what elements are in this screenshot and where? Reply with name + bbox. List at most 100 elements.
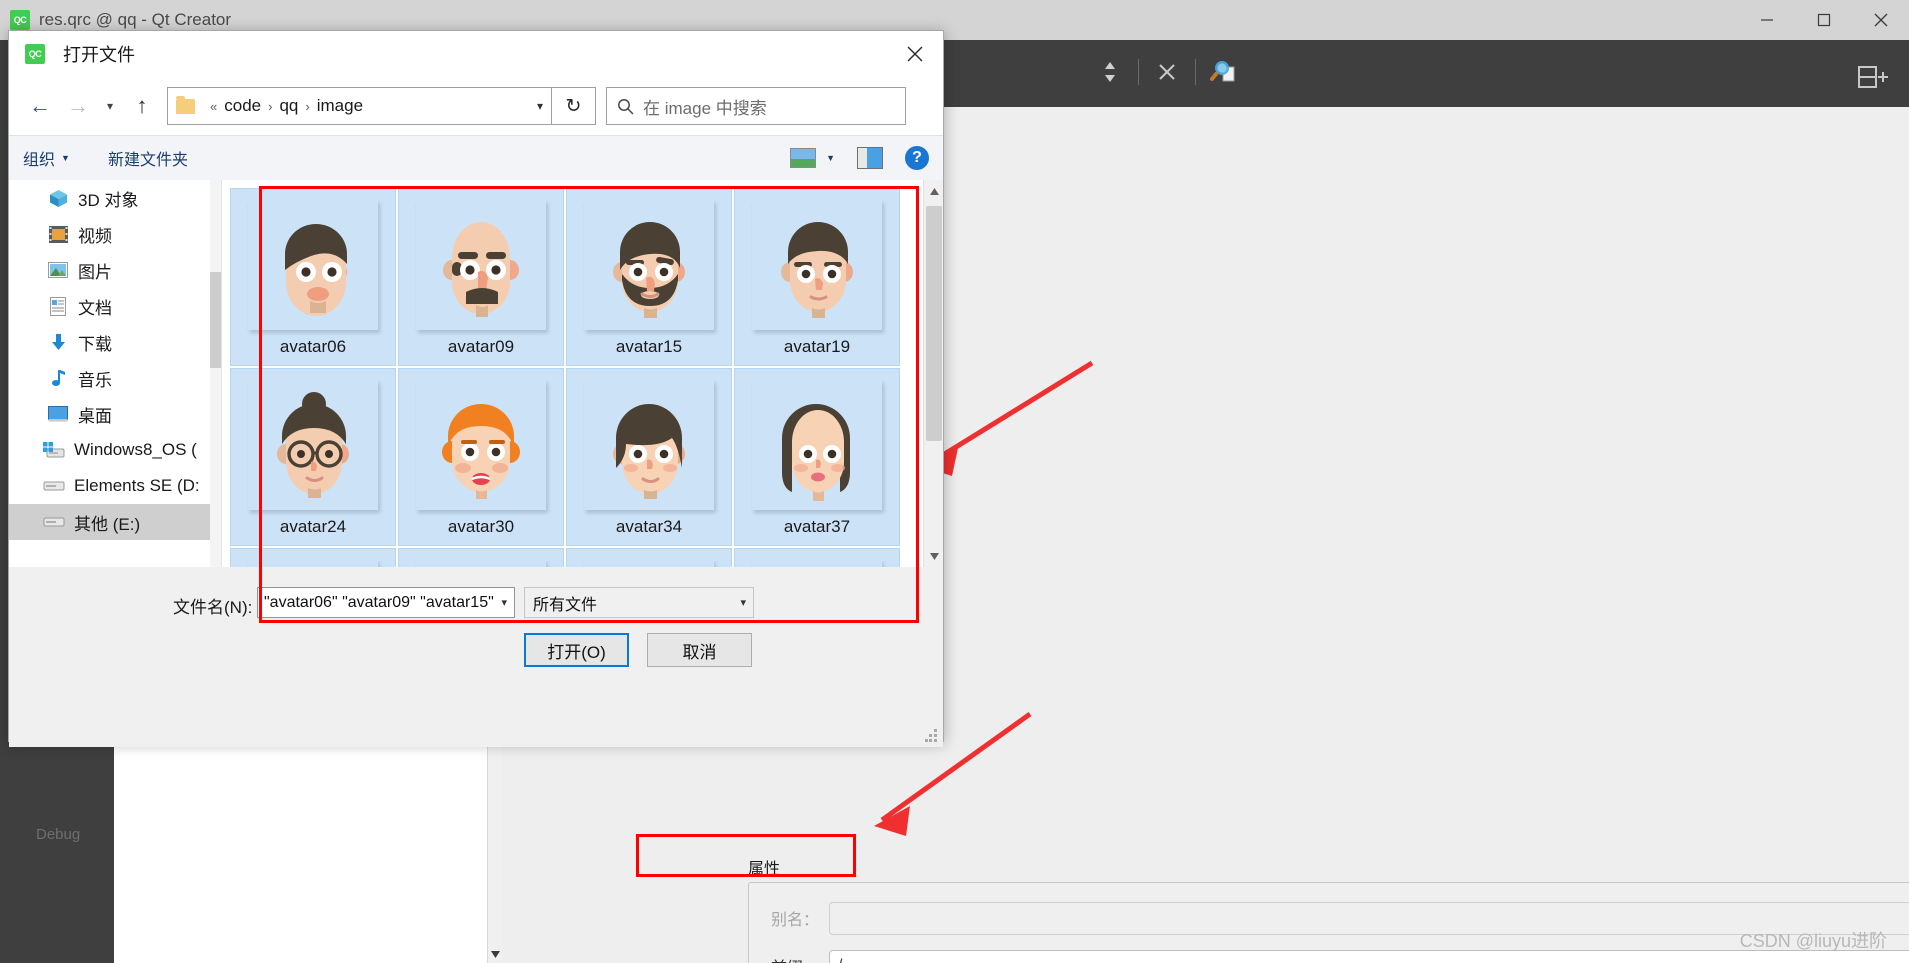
file-thumbnail: [752, 380, 882, 510]
sidebar-item-elements-se-d-1[interactable]: Elements SE (D:: [9, 468, 221, 504]
filename-value: "avatar06" "avatar09" "avatar15": [264, 593, 494, 611]
file-grid[interactable]: avatar06 avatar09 avatar15 avatar19 avat…: [221, 180, 943, 567]
file-tile[interactable]: [230, 548, 396, 567]
file-tile[interactable]: D: [398, 548, 564, 567]
file-tile[interactable]: avatar37: [734, 368, 900, 546]
editor-toolbar-icons: [1095, 57, 1239, 87]
file-thumbnail: T: [752, 560, 882, 567]
chevron-down-icon: ▼: [61, 153, 70, 163]
sidebar-item-desktop[interactable]: 桌面: [9, 396, 221, 432]
filename-label: 文件名(N):: [173, 598, 253, 617]
file-name: avatar24: [279, 517, 347, 536]
drive-icon: [43, 475, 65, 497]
rail-debug-label: Debug: [36, 826, 81, 843]
up-arrow-icon[interactable]: ↑: [123, 87, 161, 125]
maximize-button[interactable]: [1795, 0, 1852, 40]
filename-chevron-down-icon[interactable]: ▾: [501, 596, 507, 609]
file-name: avatar34: [615, 517, 683, 536]
sidebar-item-documents[interactable]: 文档: [9, 288, 221, 324]
file-thumbnail: [752, 200, 882, 330]
organize-label: 组织: [23, 152, 56, 169]
updown-arrows-icon[interactable]: [1095, 57, 1125, 87]
sidebar-scrollbar[interactable]: [210, 180, 221, 567]
dialog-view-controls: ▼ ?: [790, 146, 929, 170]
resize-grip[interactable]: [925, 729, 938, 742]
file-thumbnail: [248, 560, 378, 567]
preview-pane-icon[interactable]: [857, 147, 883, 169]
breadcrumb-item-qq[interactable]: qq: [279, 96, 298, 116]
sidebar-item-pictures[interactable]: 图片: [9, 252, 221, 288]
new-folder-button[interactable]: 新建文件夹: [108, 146, 188, 170]
filter-chevron-down-icon[interactable]: ▾: [740, 596, 746, 609]
sidebar-item-windows8-os[interactable]: Windows8_OS (: [9, 432, 221, 468]
split-editor-icon[interactable]: [1857, 64, 1891, 90]
breadcrumb-sep-1: ›: [268, 98, 273, 114]
sidebar-label: 桌面: [78, 406, 112, 426]
file-name: avatar19: [783, 337, 851, 356]
help-icon[interactable]: ?: [905, 146, 929, 170]
open-button[interactable]: 打开(O): [524, 633, 629, 667]
sidebar-label: 3D 对象: [78, 190, 139, 210]
refresh-icon[interactable]: ↻: [552, 87, 596, 125]
folder-icon: [176, 95, 195, 114]
sidebar-item-other-e[interactable]: 其他 (E:): [9, 504, 221, 540]
file-tile[interactable]: T: [734, 548, 900, 567]
file-tile[interactable]: avatar34: [566, 368, 732, 546]
sidebar-item-music[interactable]: 音乐: [9, 360, 221, 396]
preview-image-icon[interactable]: [790, 148, 817, 168]
search-document-icon[interactable]: [1209, 57, 1239, 87]
sidebar-item-downloads[interactable]: 下载: [9, 324, 221, 360]
drive-icon: [43, 511, 65, 533]
document-icon: [47, 295, 69, 317]
window-controls: [1738, 0, 1909, 40]
filter-value: 所有文件: [533, 596, 598, 614]
property-row-prefix: 前缀： /: [749, 947, 1909, 963]
breadcrumb-item-code[interactable]: code: [224, 96, 261, 116]
sidebar-label: Elements SE (D:: [74, 476, 200, 495]
breadcrumb-chevron-down-icon[interactable]: ▾: [537, 99, 543, 113]
scroll-down-icon[interactable]: [924, 545, 943, 567]
sidebar-scroll-thumb[interactable]: [210, 272, 221, 368]
sidebar-item-videos[interactable]: 视频: [9, 216, 221, 252]
breadcrumb[interactable]: « code › qq › image ▾: [167, 87, 552, 125]
cube-icon: [47, 187, 69, 209]
minimize-button[interactable]: [1738, 0, 1795, 40]
dialog-close-button[interactable]: [887, 31, 943, 77]
file-tile[interactable]: avatar15: [566, 188, 732, 366]
properties-group: 别名： 前缀： / 语言：: [748, 882, 1909, 963]
file-thumbnail: [584, 380, 714, 510]
recent-chevron-down-icon[interactable]: ▾: [97, 87, 123, 125]
close-button[interactable]: [1852, 0, 1909, 40]
file-name: avatar30: [447, 517, 515, 536]
file-name: avatar37: [783, 517, 851, 536]
file-tile[interactable]: [566, 548, 732, 567]
file-grid-scroll-thumb[interactable]: [926, 206, 942, 441]
breadcrumb-prefix: «: [210, 98, 218, 114]
view-chevron-down-icon[interactable]: ▼: [826, 153, 835, 163]
dialog-footer: 文件名(N): "avatar06" "avatar09" "avatar15"…: [9, 567, 943, 747]
file-tile[interactable]: avatar09: [398, 188, 564, 366]
qt-creator-logo-icon: QC: [10, 10, 30, 30]
breadcrumb-item-image[interactable]: image: [317, 96, 363, 116]
file-tile[interactable]: avatar19: [734, 188, 900, 366]
search-input[interactable]: 在 image 中搜索: [606, 87, 906, 125]
new-folder-label: 新建文件夹: [107, 152, 188, 169]
back-arrow-icon[interactable]: ←: [21, 87, 59, 125]
picture-icon: [47, 259, 69, 281]
file-grid-scrollbar[interactable]: [923, 180, 943, 567]
file-tile[interactable]: avatar30: [398, 368, 564, 546]
filter-select[interactable]: 所有文件 ▾: [524, 587, 754, 618]
dialog-titlebar: QC 打开文件: [9, 31, 943, 77]
organize-button[interactable]: 组织 ▼: [23, 146, 70, 170]
windows-drive-icon: [43, 439, 65, 461]
scroll-down-icon[interactable]: [488, 946, 503, 963]
scroll-up-icon[interactable]: [924, 180, 943, 202]
close-x-icon[interactable]: [1152, 57, 1182, 87]
cancel-button[interactable]: 取消: [647, 633, 752, 667]
download-icon: [47, 331, 69, 353]
file-tile[interactable]: avatar06: [230, 188, 396, 366]
sidebar-item-3d-objects[interactable]: 3D 对象: [9, 180, 221, 216]
sidebar-label: 其他 (E:): [74, 514, 141, 534]
file-tile[interactable]: avatar24: [230, 368, 396, 546]
filename-input[interactable]: "avatar06" "avatar09" "avatar15" ▾: [257, 587, 515, 618]
